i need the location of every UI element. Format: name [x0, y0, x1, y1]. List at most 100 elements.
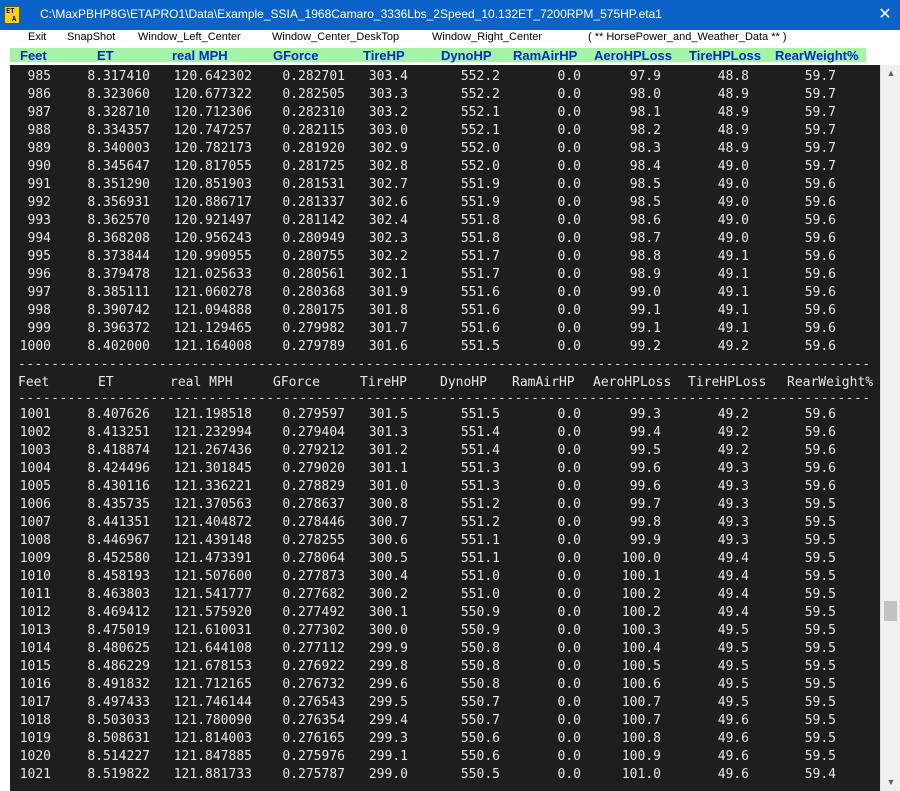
- cell-tire-hp: 302.9: [368, 141, 408, 156]
- cell-feet: 989: [27, 141, 51, 156]
- menu-window-left-center[interactable]: Window_Left_Center: [138, 31, 241, 43]
- cell-et: 8.323060: [87, 87, 150, 102]
- cell-dyno-hp: 550.6: [460, 731, 500, 746]
- cell-tire-hp-loss: 49.6: [717, 749, 749, 764]
- cell-et: 8.469412: [87, 605, 150, 620]
- console-output[interactable]: 985 8.317410 120.642302 0.282701 303.4 552.2 0…: [10, 65, 880, 791]
- cell-real-mph: 120.886717: [173, 195, 252, 210]
- cell-dyno-hp: 551.3: [460, 461, 500, 476]
- cell-real-mph: 121.814003: [173, 731, 252, 746]
- cell-aero-hp-loss: 100.8: [621, 731, 661, 746]
- cell-gforce: 0.277302: [282, 623, 345, 638]
- cell-aero-hp-loss: 99.9: [629, 533, 661, 548]
- cell-tire-hp-loss: 49.3: [717, 497, 749, 512]
- header-real-mph[interactable]: real MPH: [172, 49, 228, 63]
- scroll-up-icon[interactable]: ▲: [881, 65, 900, 82]
- cell-aero-hp-loss: 98.0: [629, 87, 661, 102]
- cell-feet: 1003: [19, 443, 51, 458]
- cell-aero-hp-loss: 100.9: [621, 749, 661, 764]
- cell-aero-hp-loss: 99.1: [629, 303, 661, 318]
- cell-dyno-hp: 551.0: [460, 569, 500, 584]
- app-icon[interactable]: ET A: [4, 6, 20, 24]
- cell-tire-hp: 302.7: [368, 177, 408, 192]
- cell-real-mph: 121.881733: [173, 767, 252, 782]
- cell-rear-weight-pct: 59.6: [804, 461, 836, 476]
- cell-tire-hp-loss: 49.2: [717, 443, 749, 458]
- cell-dyno-hp: 551.2: [460, 515, 500, 530]
- cell-ram-air-hp: 0.0: [557, 623, 581, 638]
- cell-real-mph: 121.712165: [173, 677, 252, 692]
- column-header-feet: Feet: [18, 375, 50, 390]
- cell-ram-air-hp: 0.0: [557, 749, 581, 764]
- cell-feet: 1016: [19, 677, 51, 692]
- cell-gforce: 0.278255: [282, 533, 345, 548]
- cell-dyno-hp: 551.6: [460, 285, 500, 300]
- scroll-down-icon[interactable]: ▼: [881, 774, 900, 791]
- menu-window-right-center[interactable]: Window_Right_Center: [432, 31, 542, 43]
- cell-ram-air-hp: 0.0: [557, 425, 581, 440]
- header-ram-air-hp[interactable]: RamAirHP: [513, 49, 577, 63]
- cell-aero-hp-loss: 100.5: [621, 659, 661, 674]
- menu-horsepower-weather-data[interactable]: ( ** HorsePower_and_Weather_Data ** ): [588, 31, 787, 43]
- cell-gforce: 0.281531: [282, 177, 345, 192]
- header-rear-weight-pct[interactable]: RearWeight%: [775, 49, 859, 63]
- cell-ram-air-hp: 0.0: [557, 407, 581, 422]
- cell-ram-air-hp: 0.0: [557, 659, 581, 674]
- cell-rear-weight-pct: 59.5: [804, 749, 836, 764]
- cell-dyno-hp: 550.8: [460, 641, 500, 656]
- cell-gforce: 0.281142: [282, 213, 345, 228]
- header-dyno-hp[interactable]: DynoHP: [441, 49, 492, 63]
- cell-rear-weight-pct: 59.5: [804, 731, 836, 746]
- menu-window-center-desktop[interactable]: Window_Center_DeskTop: [272, 31, 399, 43]
- cell-aero-hp-loss: 100.0: [621, 551, 661, 566]
- cell-tire-hp-loss: 49.0: [717, 213, 749, 228]
- cell-dyno-hp: 550.8: [460, 677, 500, 692]
- title-bar[interactable]: ET A C:\MaxPBHP8G\ETAPRO1\Data\Example_S…: [0, 0, 900, 30]
- cell-gforce: 0.276732: [282, 677, 345, 692]
- menu-snapshot[interactable]: SnapShot: [67, 31, 115, 43]
- cell-tire-hp: 301.0: [368, 479, 408, 494]
- header-tire-hp[interactable]: TireHP: [363, 49, 405, 63]
- cell-ram-air-hp: 0.0: [557, 497, 581, 512]
- cell-feet: 1007: [19, 515, 51, 530]
- cell-ram-air-hp: 0.0: [557, 87, 581, 102]
- cell-et: 8.368208: [87, 231, 150, 246]
- menu-exit[interactable]: Exit: [28, 31, 46, 43]
- cell-real-mph: 120.851903: [173, 177, 252, 192]
- vertical-scrollbar[interactable]: ▲ ▼: [880, 65, 900, 791]
- cell-real-mph: 121.060278: [173, 285, 252, 300]
- cell-et: 8.351290: [87, 177, 150, 192]
- cell-tire-hp: 302.4: [368, 213, 408, 228]
- column-header-tire-hp-loss: TireHPLoss: [688, 375, 767, 390]
- cell-aero-hp-loss: 98.2: [629, 123, 661, 138]
- cell-rear-weight-pct: 59.6: [804, 267, 836, 282]
- cell-tire-hp-loss: 48.9: [717, 105, 749, 120]
- header-aero-hp-loss[interactable]: AeroHPLoss: [594, 49, 672, 63]
- cell-tire-hp-loss: 49.2: [717, 425, 749, 440]
- header-et[interactable]: ET: [97, 49, 114, 63]
- header-feet[interactable]: Feet: [20, 49, 47, 63]
- cell-dyno-hp: 550.7: [460, 695, 500, 710]
- cell-gforce: 0.282701: [282, 69, 345, 84]
- table-row: 991 8.351290 120.851903 0.281531 302.7 551.9 0…: [10, 177, 880, 195]
- cell-tire-hp-loss: 49.3: [717, 533, 749, 548]
- column-header-tire-hp: TireHP: [360, 375, 407, 390]
- cell-rear-weight-pct: 59.6: [804, 231, 836, 246]
- cell-real-mph: 121.610031: [173, 623, 252, 638]
- column-header-gforce: GForce: [273, 375, 320, 390]
- cell-et: 8.486229: [87, 659, 150, 674]
- cell-gforce: 0.279404: [282, 425, 345, 440]
- cell-dyno-hp: 550.9: [460, 623, 500, 638]
- close-button[interactable]: ✕: [870, 0, 900, 30]
- table-row: 1000 8.402000 121.164008 0.279789 301.6 551.5…: [10, 339, 880, 357]
- cell-ram-air-hp: 0.0: [557, 213, 581, 228]
- scroll-thumb[interactable]: [884, 601, 897, 621]
- cell-rear-weight-pct: 59.6: [804, 249, 836, 264]
- cell-ram-air-hp: 0.0: [557, 677, 581, 692]
- cell-dyno-hp: 550.6: [460, 749, 500, 764]
- cell-aero-hp-loss: 100.2: [621, 605, 661, 620]
- header-gforce[interactable]: GForce: [273, 49, 319, 63]
- table-row: 1003 8.418874 121.267436 0.279212 301.2 551.4…: [10, 443, 880, 461]
- table-row: 1017 8.497433 121.746144 0.276543 299.5 550.7…: [10, 695, 880, 713]
- header-tire-hp-loss[interactable]: TireHPLoss: [689, 49, 761, 63]
